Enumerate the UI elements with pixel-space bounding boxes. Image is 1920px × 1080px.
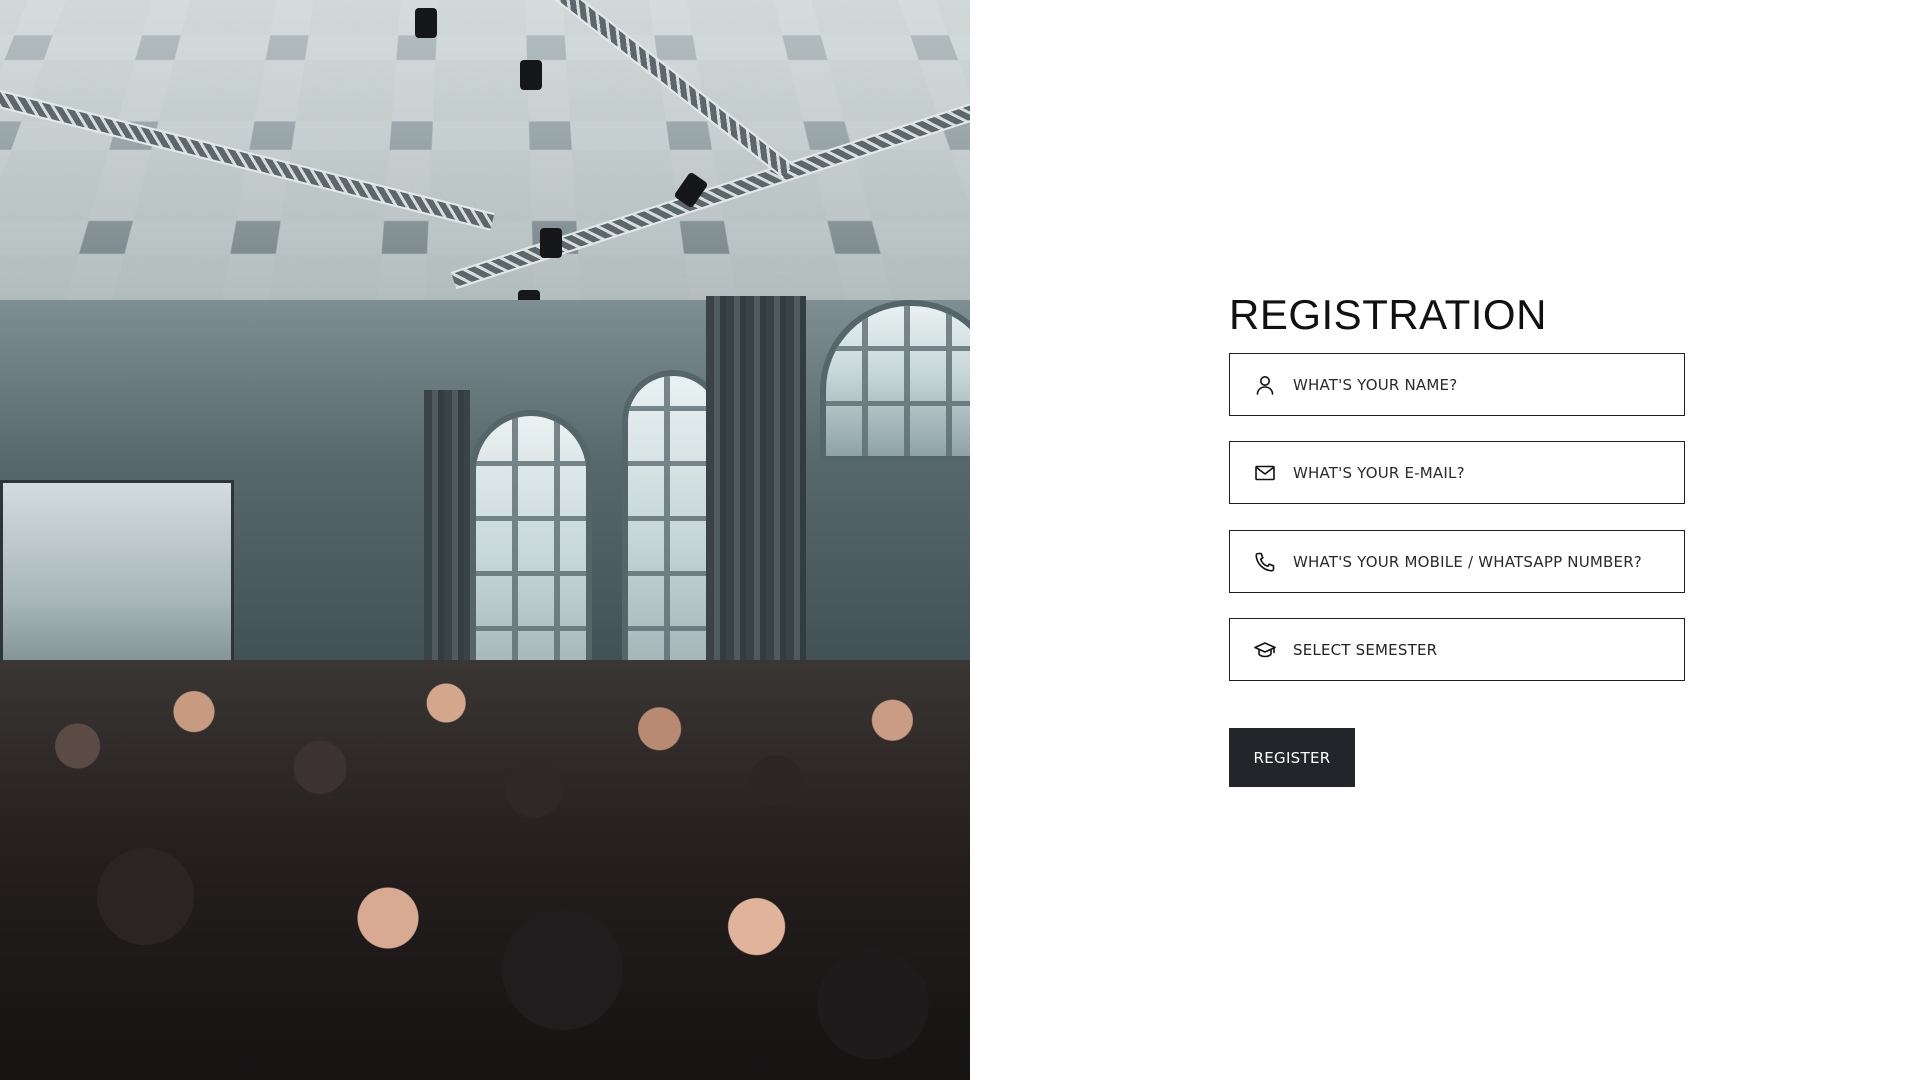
stage-light (415, 8, 437, 38)
name-field[interactable] (1229, 353, 1685, 416)
user-icon (1253, 373, 1277, 397)
graduation-cap-icon (1253, 638, 1277, 662)
email-field[interactable] (1229, 441, 1685, 504)
form-title: REGISTRATION (1229, 291, 1547, 338)
registration-page: REGISTRATION WHAT'S YOUR NAME? WHAT'S YO… (0, 0, 1920, 1080)
envelope-icon (1253, 461, 1277, 485)
stage-light (520, 60, 542, 90)
phone-input[interactable] (1293, 531, 1684, 592)
semester-select-value: SELECT SEMESTER (1293, 640, 1438, 659)
curtain (706, 296, 806, 716)
semester-select[interactable]: SELECT SEMESTER (1229, 618, 1685, 681)
hero-photo (0, 0, 970, 1080)
crowd (0, 660, 970, 1080)
phone-field[interactable] (1229, 530, 1685, 593)
projection-screen (0, 480, 234, 678)
registration-form: REGISTRATION WHAT'S YOUR NAME? WHAT'S YO… (1229, 290, 1685, 787)
phone-icon (1253, 550, 1277, 574)
email-input[interactable] (1293, 442, 1684, 503)
name-input[interactable] (1293, 354, 1684, 415)
stage-light (540, 228, 562, 258)
register-button[interactable]: REGISTER (1229, 728, 1355, 787)
